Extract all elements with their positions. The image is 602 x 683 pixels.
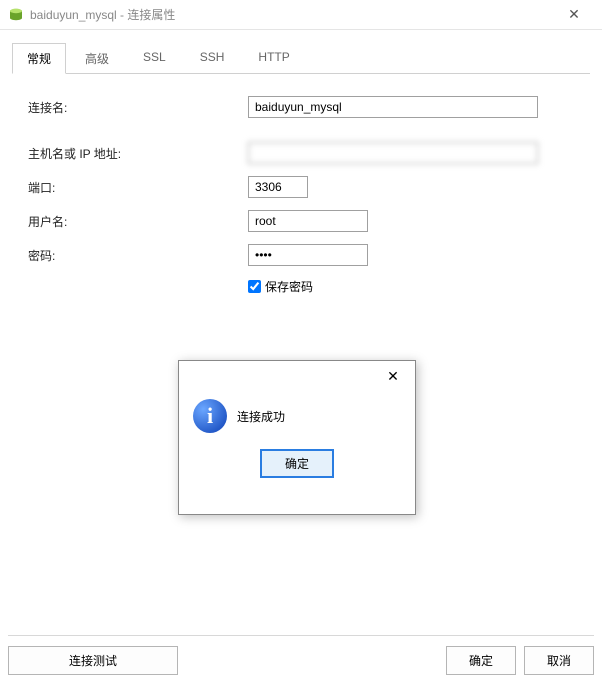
tab-general[interactable]: 常规 <box>12 43 66 74</box>
ok-button[interactable]: 确定 <box>446 646 516 675</box>
popup-footer: 确定 <box>179 449 415 488</box>
content-area: 常规 高级 SSL SSH HTTP 连接名: 主机名或 IP 地址: 端口: … <box>0 30 602 683</box>
info-icon: i <box>193 399 227 433</box>
row-host: 主机名或 IP 地址: <box>28 142 574 164</box>
input-port[interactable] <box>248 176 308 198</box>
row-save-password: 保存密码 <box>248 278 574 295</box>
tab-ssl[interactable]: SSL <box>128 43 181 74</box>
label-conn-name: 连接名: <box>28 99 248 116</box>
form-area: 连接名: 主机名或 IP 地址: 端口: 用户名: 密码: 保存密码 <box>12 90 590 395</box>
tab-advanced[interactable]: 高级 <box>70 43 124 74</box>
window-close-icon[interactable]: ✕ <box>554 6 594 23</box>
row-user: 用户名: <box>28 210 574 232</box>
db-icon <box>8 7 24 23</box>
popup-close-icon[interactable]: ✕ <box>375 364 411 388</box>
popup-titlebar: ✕ <box>179 361 415 391</box>
row-conn-name: 连接名: <box>28 96 574 118</box>
input-password[interactable] <box>248 244 368 266</box>
bottom-bar: 连接测试 确定 取消 <box>8 635 594 675</box>
test-connection-button[interactable]: 连接测试 <box>8 646 178 675</box>
popup-dialog: ✕ i 连接成功 确定 <box>178 360 416 515</box>
input-user[interactable] <box>248 210 368 232</box>
checkbox-save-password[interactable] <box>248 280 261 293</box>
input-conn-name[interactable] <box>248 96 538 118</box>
popup-ok-button[interactable]: 确定 <box>260 449 334 478</box>
input-host[interactable] <box>248 142 538 164</box>
tab-ssh[interactable]: SSH <box>185 43 240 74</box>
popup-message: 连接成功 <box>237 408 285 425</box>
titlebar: baiduyun_mysql - 连接属性 ✕ <box>0 0 602 30</box>
label-port: 端口: <box>28 179 248 196</box>
window-title: baiduyun_mysql - 连接属性 <box>30 6 554 23</box>
label-host: 主机名或 IP 地址: <box>28 145 248 162</box>
cancel-button[interactable]: 取消 <box>524 646 594 675</box>
tab-bar: 常规 高级 SSL SSH HTTP <box>12 42 590 74</box>
row-port: 端口: <box>28 176 574 198</box>
label-password: 密码: <box>28 247 248 264</box>
label-save-password: 保存密码 <box>265 278 313 295</box>
tab-http[interactable]: HTTP <box>243 43 304 74</box>
label-user: 用户名: <box>28 213 248 230</box>
row-password: 密码: <box>28 244 574 266</box>
popup-body: i 连接成功 <box>179 391 415 449</box>
